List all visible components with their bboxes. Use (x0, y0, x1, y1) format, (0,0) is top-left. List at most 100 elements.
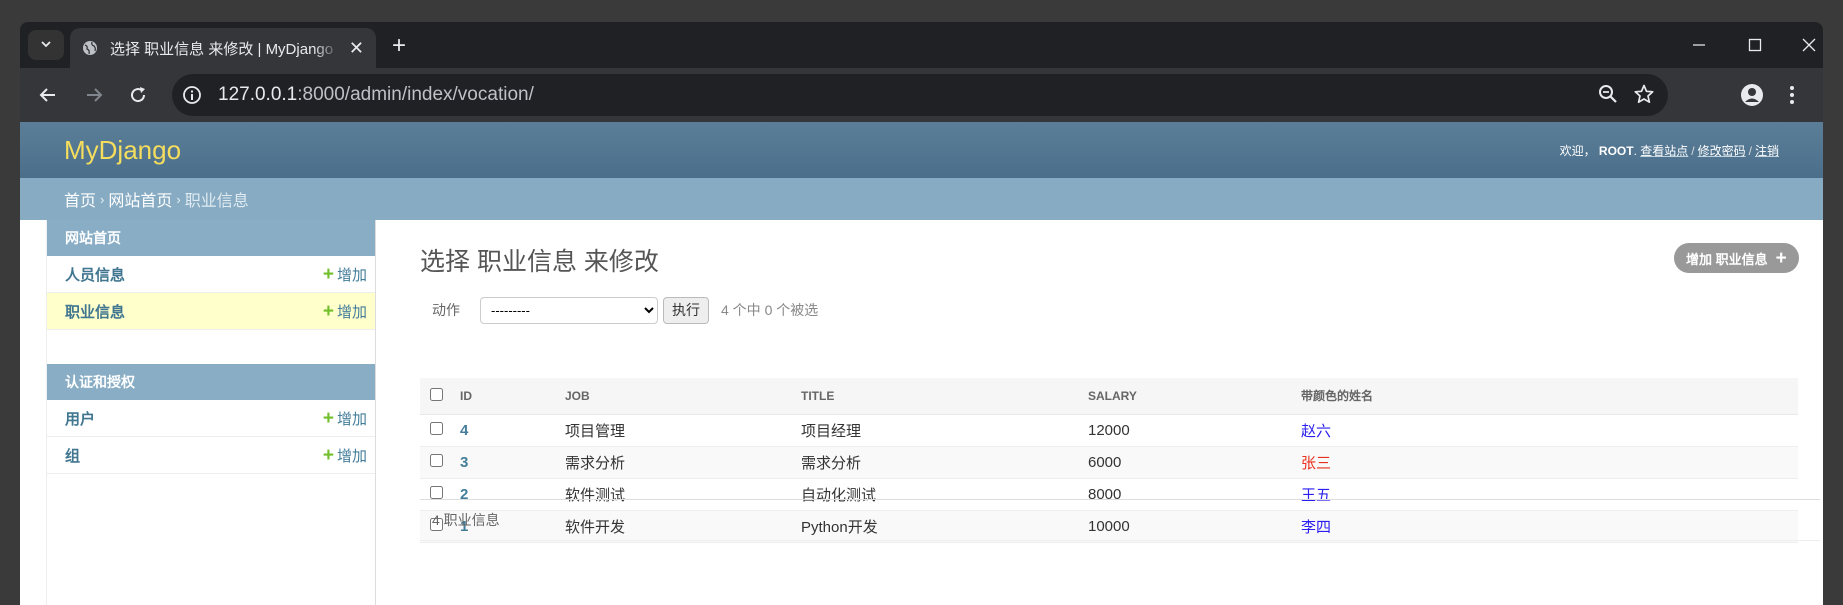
add-group-link[interactable]: + 增加 (323, 445, 367, 466)
chevron-down-icon (40, 37, 52, 53)
execute-button[interactable]: 执行 (663, 296, 709, 324)
url-path: :8000/admin/index/vocation/ (297, 84, 534, 105)
table-row: 3 需求分析 需求分析 6000 张三 (420, 446, 1798, 479)
add-label: 增加 (336, 266, 367, 284)
close-window-button[interactable] (1781, 22, 1823, 68)
add-vocation-button[interactable]: 增加 职业信息 + (1674, 243, 1799, 273)
sidebar-item-users: 用户 + 增加 (47, 400, 375, 437)
add-label: 增加 (336, 410, 367, 428)
row-checkbox[interactable] (430, 485, 443, 499)
add-label: 增加 (336, 303, 367, 321)
breadcrumb: 首页 › 网站首页 › 职业信息 (20, 178, 1823, 220)
cell-colored-name: 赵六 (1301, 414, 1798, 447)
kebab-menu-icon[interactable] (1777, 80, 1807, 110)
add-person-info-link[interactable]: + 增加 (323, 264, 367, 285)
browser-toolbar: 127.0.0.1:8000/admin/index/vocation/ (20, 68, 1823, 122)
add-label: 增加 (336, 447, 367, 465)
tab-search-button[interactable] (28, 30, 64, 60)
add-user-link[interactable]: + 增加 (323, 408, 367, 429)
new-tab-button[interactable]: + (385, 32, 413, 60)
profile-icon[interactable] (1737, 80, 1767, 110)
cell-colored-name: 张三 (1301, 446, 1798, 479)
sidebar-item-label[interactable]: 职业信息 (65, 301, 125, 322)
admin-page: MyDjango 欢迎， ROOT. 查看站点 / 修改密码 / 注销 首页 › 网站首… (20, 122, 1823, 605)
colored-name: 赵六 (1301, 422, 1332, 440)
table-header-row: ID JOB TITLE SALARY 带颜色的姓名 (420, 378, 1798, 415)
site-brand[interactable]: MyDjango (64, 135, 181, 166)
colored-name: 张三 (1301, 454, 1332, 472)
plus-icon: + (322, 444, 334, 466)
site-info-icon[interactable] (182, 85, 202, 105)
address-bar[interactable]: 127.0.0.1:8000/admin/index/vocation/ (172, 74, 1668, 116)
cell-id: 4 (460, 414, 565, 447)
action-label: 动作 (432, 302, 460, 318)
admin-header: MyDjango 欢迎， ROOT. 查看站点 / 修改密码 / 注销 (20, 122, 1823, 178)
cell-title: 需求分析 (801, 446, 1088, 479)
cell-job: 项目管理 (565, 414, 801, 447)
row-id-link[interactable]: 4 (460, 422, 468, 439)
column-header-salary[interactable]: SALARY (1088, 378, 1301, 415)
page-title: 选择 职业信息 来修改 (420, 248, 659, 276)
cell-salary: 6000 (1088, 446, 1301, 479)
sidebar-item-label[interactable]: 人员信息 (65, 264, 125, 285)
maximize-button[interactable] (1727, 22, 1783, 68)
table-row: 4 项目管理 项目经理 12000 赵六 (420, 414, 1798, 447)
minimize-button[interactable] (1671, 22, 1727, 68)
row-checkbox[interactable] (430, 453, 443, 467)
column-header-title[interactable]: TITLE (801, 378, 1088, 415)
breadcrumb-home[interactable]: 首页 (64, 187, 96, 211)
selection-counter: 4 个中 0 个被选 (721, 302, 819, 318)
breadcrumb-app[interactable]: 网站首页 (108, 187, 172, 211)
row-checkbox-cell (420, 414, 460, 447)
close-tab-icon[interactable]: ✕ (349, 38, 364, 59)
module-caption-auth[interactable]: 认证和授权 (47, 364, 375, 400)
cell-id: 3 (460, 446, 565, 479)
column-header-colored-name: 带颜色的姓名 (1301, 378, 1798, 415)
add-vocation-info-link[interactable]: + 增加 (323, 301, 367, 322)
add-button-label: 增加 职业信息 (1686, 251, 1768, 267)
sidebar-item-person-info: 人员信息 + 增加 (47, 256, 375, 293)
forward-button[interactable] (78, 79, 110, 111)
row-id-link[interactable]: 3 (460, 454, 468, 471)
select-all-cell (420, 378, 460, 415)
nav-sidebar: 网站首页 人员信息 + 增加 职业信息 + 增加 认证和授权 用户 + 增加 组 + 增… (46, 220, 376, 605)
sidebar-item-label[interactable]: 组 (65, 445, 80, 466)
action-bar: 动作 --------- 执行 4 个中 0 个被选 (420, 292, 1798, 328)
sidebar-item-vocation-info: 职业信息 + 增加 (47, 293, 375, 330)
cell-title: 项目经理 (801, 414, 1088, 447)
tab-title: 选择 职业信息 来修改 | MyDjango (110, 40, 334, 58)
zoom-icon[interactable] (1598, 84, 1618, 104)
reload-button[interactable] (122, 79, 154, 111)
plus-icon: + (322, 407, 334, 429)
paginator: 4 职业信息 (420, 499, 1820, 541)
browser-tab-active[interactable]: 选择 职业信息 来修改 | MyDjango ✕ (70, 28, 376, 68)
globe-icon (82, 40, 98, 56)
url-text[interactable]: 127.0.0.1:8000/admin/index/vocation/ (218, 84, 534, 106)
action-select[interactable]: --------- (480, 296, 658, 324)
tab-strip: 选择 职业信息 来修改 | MyDjango ✕ + (20, 22, 1823, 68)
view-site-link[interactable]: 查看站点 (1640, 144, 1688, 158)
plus-icon: + (1775, 247, 1787, 269)
cell-salary: 12000 (1088, 414, 1301, 447)
browser-window: 选择 职业信息 来修改 | MyDjango ✕ + 127.0.0.1:800… (20, 22, 1823, 605)
column-header-job[interactable]: JOB (565, 378, 801, 415)
cell-job: 需求分析 (565, 446, 801, 479)
column-header-id[interactable]: ID (460, 378, 565, 415)
row-checkbox[interactable] (430, 421, 443, 435)
change-password-link[interactable]: 修改密码 (1698, 144, 1746, 158)
url-host: 127.0.0.1 (218, 84, 298, 105)
sidebar-item-label[interactable]: 用户 (65, 408, 95, 429)
welcome-text: 欢迎， (1559, 143, 1596, 158)
row-checkbox-cell (420, 446, 460, 479)
bookmark-star-icon[interactable] (1634, 84, 1654, 104)
back-button[interactable] (32, 79, 64, 111)
select-all-checkbox[interactable] (430, 387, 443, 401)
plus-icon: + (322, 300, 334, 322)
module-caption-website[interactable]: 网站首页 (47, 220, 375, 256)
plus-icon: + (322, 263, 334, 285)
logout-link[interactable]: 注销 (1755, 144, 1779, 158)
user-tools: 欢迎， ROOT. 查看站点 / 修改密码 / 注销 (1559, 143, 1779, 158)
sidebar-item-groups: 组 + 增加 (47, 437, 375, 474)
username: ROOT (1598, 143, 1634, 158)
breadcrumb-current: 职业信息 (184, 193, 249, 210)
